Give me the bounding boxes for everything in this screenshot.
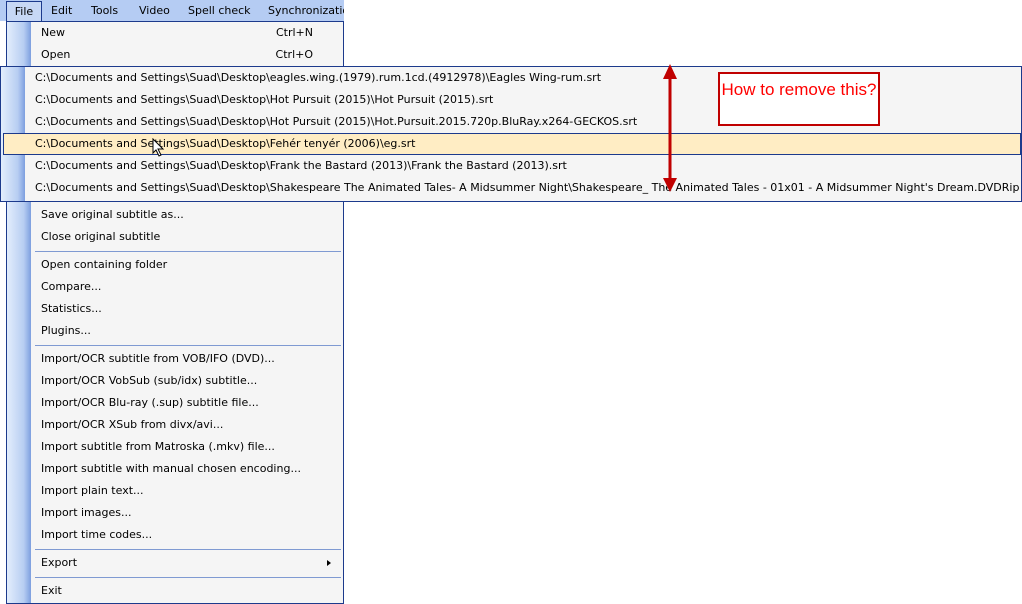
menu-item-import-time-codes[interactable]: Import time codes... (41, 524, 337, 546)
menu-item-import-vobsub[interactable]: Import/OCR VobSub (sub/idx) subtitle... (41, 370, 337, 392)
menu-item-save-original[interactable]: Save original subtitle as... (41, 204, 337, 226)
mouse-cursor-icon (152, 138, 165, 157)
menu-item-import-encoding[interactable]: Import subtitle with manual chosen encod… (41, 458, 337, 480)
double-arrow-annotation-icon (663, 64, 677, 192)
label: New (41, 26, 65, 39)
menu-item-new[interactable]: New Ctrl+N (41, 22, 337, 44)
shortcut: Ctrl+N (275, 26, 313, 39)
menu-item-export[interactable]: Export (41, 552, 337, 574)
menu-item-plugins[interactable]: Plugins... (41, 320, 337, 342)
label: Export (41, 556, 78, 569)
shortcut: Ctrl+O (275, 48, 313, 61)
menu-item-import-vob[interactable]: Import/OCR subtitle from VOB/IFO (DVD)..… (41, 348, 337, 370)
menu-bar: File Edit Tools Video Spell check Synchr… (0, 0, 344, 21)
separator (35, 251, 341, 252)
menu-item-close-original[interactable]: Close original subtitle (41, 226, 337, 248)
menu-item-compare[interactable]: Compare... (41, 276, 337, 298)
annotation-callout: How to remove this? (718, 72, 880, 126)
menu-spell-check[interactable]: Spell check (188, 3, 251, 19)
menu-item-import-bluray[interactable]: Import/OCR Blu-ray (.sup) subtitle file.… (41, 392, 337, 414)
separator (35, 549, 341, 550)
separator (35, 345, 341, 346)
menu-file[interactable]: File (6, 1, 42, 21)
separator (35, 577, 341, 578)
recent-file-item[interactable]: C:\Documents and Settings\Suad\Desktop\F… (3, 155, 1021, 177)
menu-synchronization[interactable]: Synchronizatio (268, 3, 344, 19)
menu-tools[interactable]: Tools (91, 3, 118, 19)
menu-item-exit[interactable]: Exit (41, 580, 337, 602)
menu-item-statistics[interactable]: Statistics... (41, 298, 337, 320)
menu-item-import-images[interactable]: Import images... (41, 502, 337, 524)
menu-video[interactable]: Video (139, 3, 170, 19)
submenu-arrow-icon (327, 560, 331, 566)
recent-file-item[interactable]: C:\Documents and Settings\Suad\Desktop\S… (3, 177, 1021, 199)
menu-item-import-plain-text[interactable]: Import plain text... (41, 480, 337, 502)
label: Open (41, 48, 71, 61)
menu-item-open-containing-folder[interactable]: Open containing folder (41, 254, 337, 276)
menu-item-import-matroska[interactable]: Import subtitle from Matroska (.mkv) fil… (41, 436, 337, 458)
menu-item-open[interactable]: Open Ctrl+O (41, 44, 337, 66)
menu-item-import-xsub[interactable]: Import/OCR XSub from divx/avi... (41, 414, 337, 436)
menu-edit[interactable]: Edit (51, 3, 72, 19)
